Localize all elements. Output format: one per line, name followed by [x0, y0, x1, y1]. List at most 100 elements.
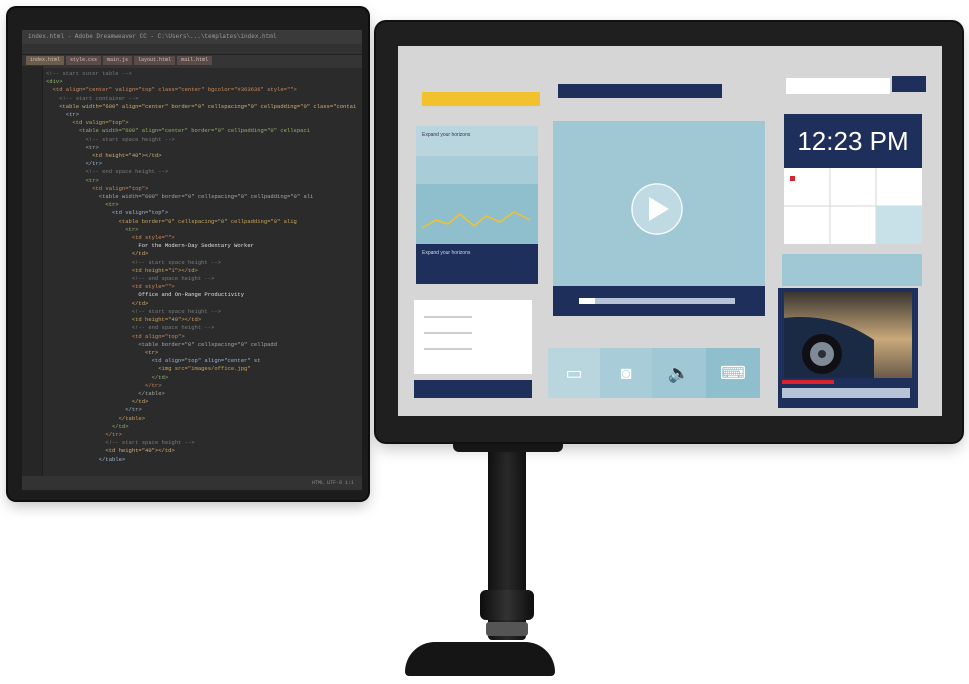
code-line: <!-- end space height -->: [46, 275, 215, 283]
code-line: <!-- start container -->: [46, 94, 139, 102]
code-line: </tr>: [46, 406, 142, 414]
code-editor-screen: index.html - Adobe Dreamweaver CC - C:\U…: [22, 30, 362, 490]
code-line: </tr>: [46, 160, 103, 168]
image-progress-red: [782, 380, 834, 384]
code-line: <td height="1"></td>: [46, 266, 198, 274]
code-line: <div>: [46, 78, 63, 86]
code-line: </table>: [46, 389, 165, 397]
speaker-icon: 🔈: [667, 362, 691, 383]
tile-keyboard[interactable]: ⌨: [706, 348, 760, 398]
play-button[interactable]: [553, 121, 765, 286]
right-monitor: Expand your horizons Expand your horizon…: [376, 22, 962, 442]
line-chart-thumbnail: [421, 211, 531, 229]
code-line: <table width="600" align="center" border…: [46, 102, 357, 110]
image-caption-bar: [782, 388, 910, 398]
code-line: <tr>: [46, 111, 80, 119]
code-line: <td height="40"></td>: [46, 152, 162, 160]
code-line: <!-- start space height -->: [46, 307, 221, 315]
stand-collar: [480, 590, 534, 620]
editor-status-bar: HTML UTF-8 1:1: [22, 476, 362, 490]
code-line: </tr>: [46, 430, 122, 438]
editor-body[interactable]: <!-- start outer table --> <div> <td alig…: [22, 66, 362, 476]
code-line: <td height="40"></td>: [46, 447, 175, 455]
line-number-gutter: [22, 66, 43, 476]
editor-tab[interactable]: layout.html: [134, 56, 176, 65]
navy-header-bar: [558, 84, 722, 98]
code-line: </table>: [46, 455, 126, 463]
car-photo: [782, 292, 912, 398]
keyboard-icon: ⌨: [720, 362, 746, 383]
left-monitor: index.html - Adobe Dreamweaver CC - C:\U…: [8, 8, 368, 500]
code-line: <!-- start outer table -->: [46, 70, 132, 77]
tile-monitor[interactable]: ▭: [548, 348, 600, 398]
editor-tab[interactable]: style.css: [66, 56, 102, 65]
progress-track[interactable]: [579, 298, 735, 304]
yellow-header-bar: [422, 92, 540, 106]
editor-tab[interactable]: main.js: [103, 56, 133, 65]
info-card-top: Expand your horizons: [416, 126, 538, 156]
info-card-navy: Expand your horizons: [416, 244, 538, 284]
code-line: <tr>: [46, 348, 159, 356]
text-line: [424, 348, 472, 350]
card-label: Expand your horizons: [422, 132, 471, 138]
white-header-bar: [786, 78, 890, 94]
text-card: [414, 300, 532, 374]
code-line: <tr>: [46, 201, 119, 209]
code-line: </td>: [46, 373, 169, 381]
calendar-highlight: [876, 206, 922, 244]
editor-tab[interactable]: index.html: [26, 56, 65, 65]
editor-title-bar: index.html - Adobe Dreamweaver CC - C:\U…: [22, 30, 362, 44]
monitor-icon: ▭: [565, 362, 583, 383]
clock-display: 12:23 PM: [784, 114, 922, 168]
code-line: </td>: [46, 398, 149, 406]
code-line: For the Modern-Day Sedentary Worker: [46, 242, 254, 250]
code-line: <td style="">: [46, 234, 175, 242]
code-line: <td valign="top">: [46, 184, 149, 192]
tile-speaker[interactable]: 🔈: [652, 348, 706, 398]
code-line: <td align="top" align="center" st: [46, 357, 261, 365]
sky-strip: [782, 254, 922, 286]
code-line: <td style="">: [46, 283, 175, 291]
code-line: </td>: [46, 299, 149, 307]
code-line: <!-- end space height -->: [46, 168, 169, 176]
code-line: <table border="0" cellspacing="0" cellpa…: [46, 217, 297, 225]
navy-footer-bar: [414, 380, 532, 398]
calendar-marker: [790, 176, 795, 181]
code-line: </tr>: [46, 381, 162, 389]
code-line: </td>: [46, 250, 149, 258]
code-line: <!-- end space height -->: [46, 324, 215, 332]
calendar-grid-lines: [784, 168, 922, 244]
code-line: <table border="0" cellspacing="0" cellpa…: [46, 340, 278, 348]
code-line: <img src="images/office.jpg": [46, 365, 251, 373]
calendar-grid: [784, 168, 922, 244]
code-line: <table width="600" border="0" cellspacin…: [46, 193, 314, 201]
editor-toolbar: [22, 44, 362, 55]
dashboard-screen: Expand your horizons Expand your horizon…: [398, 46, 942, 416]
code-line: <td align="top">: [46, 332, 185, 340]
code-line: <tr>: [46, 176, 99, 184]
navy-header-chip: [892, 76, 926, 92]
video-controls: [553, 286, 765, 316]
stand-base: [405, 642, 555, 676]
stand-ring: [486, 622, 528, 636]
code-line: <!-- start space height -->: [46, 258, 221, 266]
code-line: <!-- start space height -->: [46, 135, 175, 143]
code-line: <tr>: [46, 143, 99, 151]
code-line: </table>: [46, 414, 146, 422]
code-line: <table width="600" align="center" border…: [46, 127, 311, 135]
tile-camera[interactable]: ◙: [600, 348, 652, 398]
progress-fill: [579, 298, 595, 304]
image-card[interactable]: [778, 288, 918, 408]
video-player[interactable]: [553, 121, 765, 286]
code-view[interactable]: <!-- start outer table --> <div> <td alig…: [46, 70, 357, 476]
card-label: Expand your horizons: [422, 250, 471, 256]
editor-tab[interactable]: mail.html: [177, 56, 213, 65]
info-card-stripe: [416, 156, 538, 184]
text-line: [424, 316, 472, 318]
code-line: </td>: [46, 422, 129, 430]
code-line: <td align="center" valign="top" class="c…: [46, 86, 297, 94]
clock-time: 12:23 PM: [797, 126, 909, 156]
line-chart-card: [416, 184, 538, 244]
text-line: [424, 332, 472, 334]
code-line: <td valign="top">: [46, 209, 169, 217]
